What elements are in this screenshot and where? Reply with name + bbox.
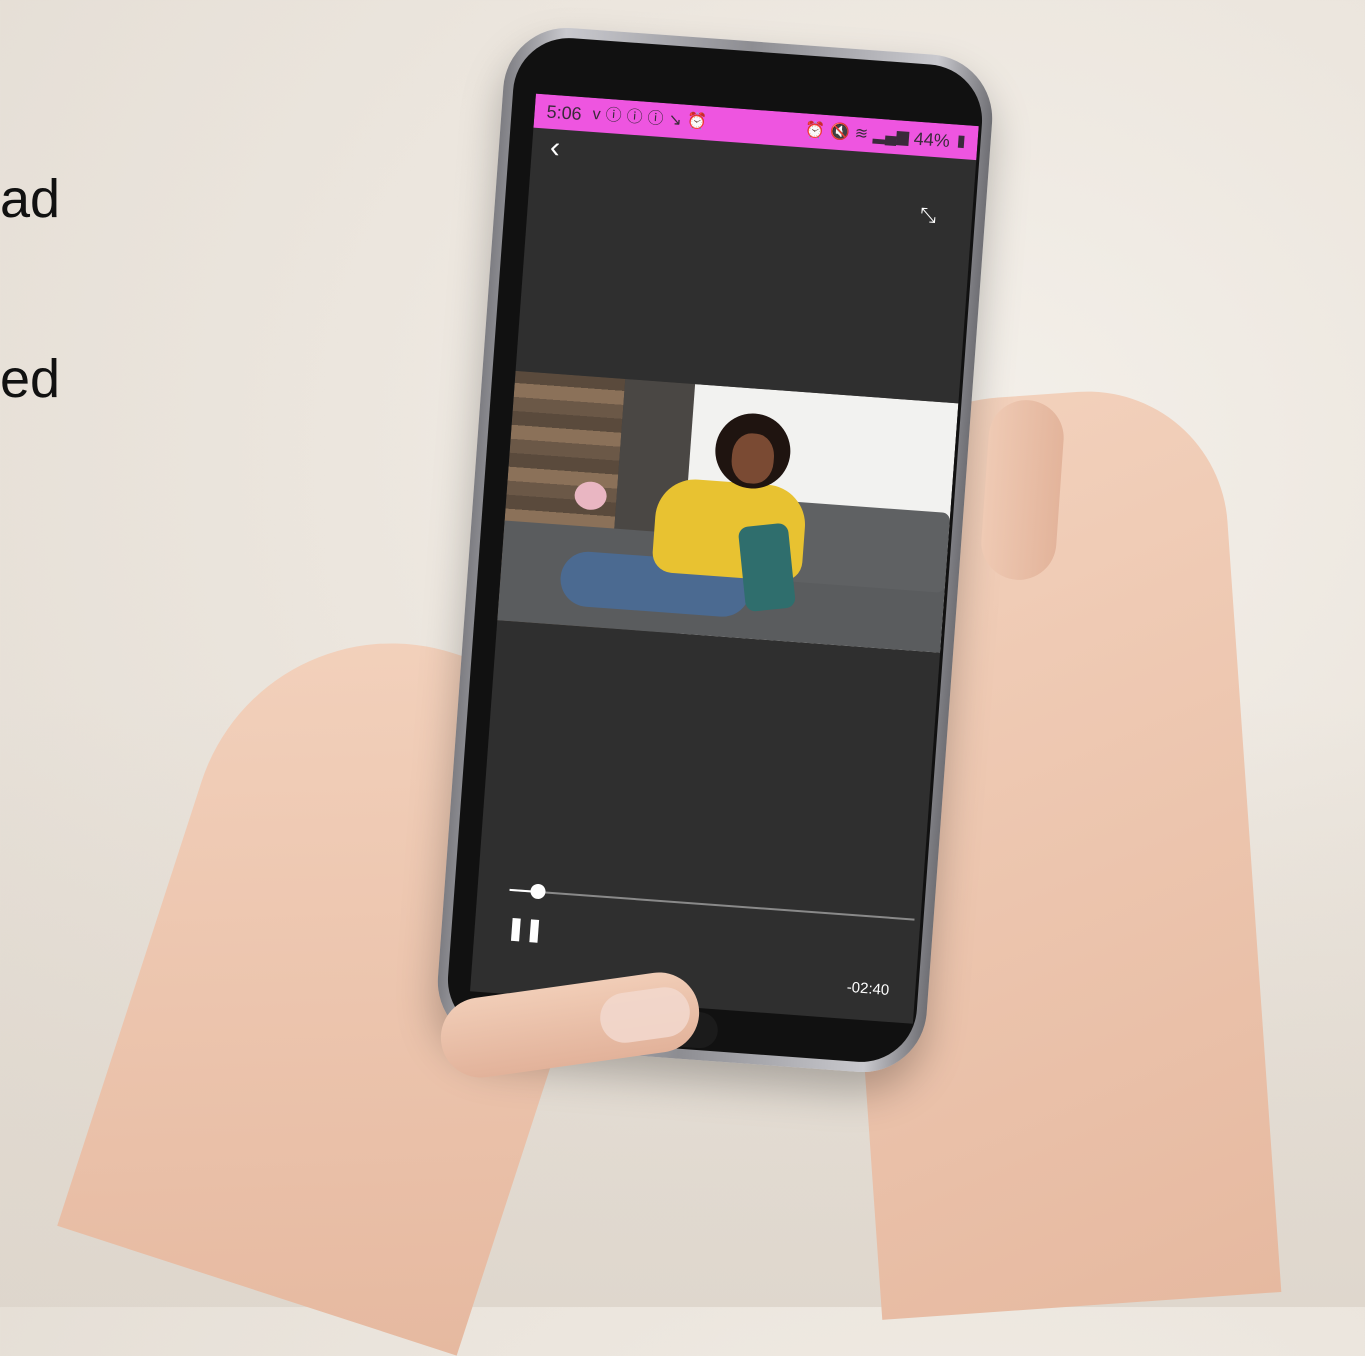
- progress-slider[interactable]: [509, 883, 915, 921]
- mute-icon: 🔇: [829, 123, 851, 142]
- pause-button[interactable]: ❚❚: [506, 915, 545, 943]
- pause-icon: ❚❚: [505, 914, 545, 943]
- fullscreen-button[interactable]: ⤡: [919, 200, 951, 232]
- expand-icon: ⤡: [919, 204, 937, 228]
- battery-level: 44%: [913, 127, 951, 151]
- video-player-screen: 5:06 v ⓘ ⓘ ⓘ ↘ ⏰ ⏰ 🔇 ≋ ▂▄▆ 44% ▮ ‹ ⤡ ❚❚ …: [470, 93, 979, 1024]
- alarm-icon: ⏰: [686, 112, 708, 132]
- slide-text-line-2: ed: [0, 349, 61, 409]
- back-button[interactable]: ‹: [548, 130, 581, 165]
- info-icon: ⓘ: [625, 108, 644, 127]
- info-icon: ⓘ: [604, 106, 623, 125]
- status-bar: 5:06 v ⓘ ⓘ ⓘ ↘ ⏰ ⏰ 🔇 ≋ ▂▄▆ 44% ▮: [533, 93, 979, 161]
- chevron-left-icon: ‹: [548, 130, 562, 165]
- progress-thumb[interactable]: [530, 883, 547, 900]
- wifi-call-icon: ≋: [854, 125, 869, 144]
- info-icon: ⓘ: [646, 109, 665, 129]
- vimeo-icon: v: [592, 105, 602, 124]
- video-frame[interactable]: [497, 370, 959, 653]
- battery-icon: ▮: [956, 132, 967, 151]
- status-time: 5:06: [545, 101, 583, 124]
- video-pillow: [737, 522, 797, 613]
- slide-text-line-1: ad: [0, 169, 61, 229]
- signal-icon: ▂▄▆: [872, 126, 910, 147]
- right-thumb: [978, 397, 1067, 583]
- time-remaining: -02:40: [846, 978, 890, 999]
- alarm-icon: ⏰: [804, 121, 826, 140]
- missed-call-icon: ↘: [667, 111, 683, 130]
- status-bar-left: 5:06 v ⓘ ⓘ ⓘ ↘ ⏰: [546, 101, 708, 134]
- status-bar-right: ⏰ 🔇 ≋ ▂▄▆ 44% ▮: [804, 120, 966, 153]
- phone-body: 5:06 v ⓘ ⓘ ⓘ ↘ ⏰ ⏰ 🔇 ≋ ▂▄▆ 44% ▮ ‹ ⤡ ❚❚ …: [444, 34, 986, 1066]
- phone: 5:06 v ⓘ ⓘ ⓘ ↘ ⏰ ⏰ 🔇 ≋ ▂▄▆ 44% ▮ ‹ ⤡ ❚❚ …: [433, 23, 997, 1077]
